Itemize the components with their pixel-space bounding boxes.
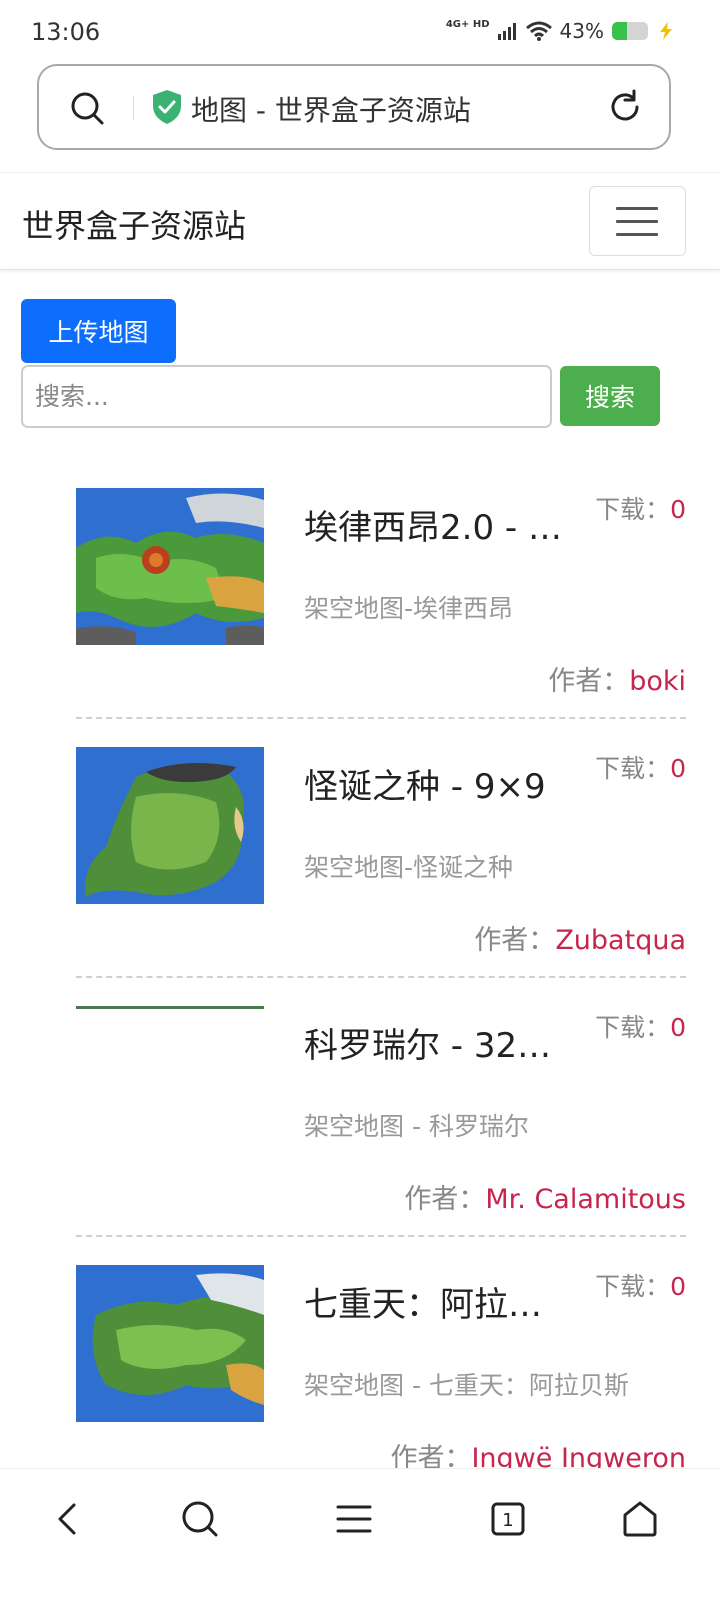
battery-icon [612, 22, 648, 40]
author-name[interactable]: Mr. Calamitous [485, 1184, 686, 1215]
download-value: 0 [670, 1272, 686, 1301]
map-title[interactable]: 科罗瑞尔 - 32×32 [304, 1018, 562, 1067]
hamburger-icon [616, 233, 658, 236]
download-label: 下载： [595, 754, 671, 783]
map-title[interactable]: 怪诞之种 - 9×9 [304, 759, 562, 808]
back-icon[interactable] [48, 1499, 88, 1539]
map-description: 架空地图-怪诞之种 [304, 853, 514, 882]
author-label: 作者： [404, 1184, 486, 1215]
hamburger-icon [616, 207, 658, 210]
map-title[interactable]: 七重天：阿拉贝斯 [304, 1277, 562, 1326]
map-description: 架空地图 - 七重天：阿拉贝斯 [304, 1371, 629, 1400]
status-bar: 13:06 4G+ HD 43% [0, 0, 720, 64]
map-list-item[interactable]: 怪诞之种 - 9×9 下载：0 架空地图-怪诞之种 作者：Zubatqua [76, 719, 686, 978]
site-header: 世界盒子资源站 [0, 172, 720, 270]
menu-toggle-button[interactable] [589, 186, 686, 256]
download-label: 下载： [595, 1013, 671, 1042]
download-value: 0 [670, 1013, 686, 1042]
download-count: 下载：0 [595, 490, 686, 526]
signal-icon [497, 23, 516, 40]
author-name[interactable]: Zubatqua [555, 925, 686, 956]
battery-level [612, 22, 628, 40]
wifi-icon [525, 21, 552, 41]
map-thumbnail[interactable] [76, 747, 264, 904]
address-page-title[interactable]: 地图 - 世界盒子资源站 [191, 89, 471, 129]
status-time: 13:06 [31, 18, 101, 46]
search-icon[interactable] [69, 90, 105, 126]
refresh-icon[interactable] [607, 89, 643, 125]
download-count: 下载：0 [595, 1008, 686, 1044]
author-label: 作者： [474, 925, 556, 956]
map-description: 架空地图-埃律西昂 [304, 594, 514, 623]
upload-map-button[interactable]: 上传地图 [21, 299, 176, 363]
map-thumbnail[interactable] [76, 488, 264, 645]
home-icon[interactable] [620, 1499, 660, 1539]
search-button[interactable]: 搜索 [560, 366, 660, 426]
map-list-item[interactable]: 科罗瑞尔 - 32×32 下载：0 架空地图 - 科罗瑞尔 作者：Mr. Cal… [76, 978, 686, 1237]
charging-icon [660, 22, 672, 40]
map-title[interactable]: 埃律西昂2.0 - 15×15 [304, 500, 562, 549]
menu-icon[interactable] [334, 1499, 374, 1539]
map-list-item[interactable]: 埃律西昂2.0 - 15×15 下载：0 架空地图-埃律西昂 作者：boki [76, 460, 686, 719]
hamburger-icon [616, 220, 658, 223]
author-name[interactable]: boki [629, 666, 686, 697]
map-description: 架空地图 - 科罗瑞尔 [304, 1112, 529, 1141]
status-indicators: 4G+ HD 43% [446, 19, 676, 43]
map-list-item[interactable]: 七重天：阿拉贝斯 下载：0 架空地图 - 七重天：阿拉贝斯 作者：Ingwë I… [76, 1237, 686, 1496]
network-type: 4G+ HD [445, 19, 490, 30]
download-value: 0 [670, 754, 686, 783]
battery-percent: 43% [559, 19, 604, 43]
map-author: 作者：Zubatqua [474, 918, 686, 957]
shield-icon [153, 90, 181, 124]
download-count: 下载：0 [595, 749, 686, 785]
address-divider [133, 96, 134, 120]
address-bar[interactable]: 地图 - 世界盒子资源站 [37, 64, 671, 150]
svg-text:1: 1 [502, 1510, 513, 1531]
map-thumbnail[interactable] [76, 1006, 264, 1163]
site-title[interactable]: 世界盒子资源站 [22, 201, 246, 247]
search-icon[interactable] [180, 1499, 220, 1539]
download-label: 下载： [595, 1272, 671, 1301]
author-label: 作者： [548, 666, 630, 697]
map-author: 作者：Mr. Calamitous [404, 1177, 686, 1216]
download-count: 下载：0 [595, 1267, 686, 1303]
download-label: 下载： [595, 495, 671, 524]
bottom-navigation: 1 [0, 1468, 720, 1600]
search-input[interactable] [21, 365, 552, 428]
download-value: 0 [670, 495, 686, 524]
map-thumbnail[interactable] [76, 1265, 264, 1422]
tabs-icon[interactable]: 1 [488, 1499, 528, 1539]
map-author: 作者：boki [548, 659, 686, 698]
